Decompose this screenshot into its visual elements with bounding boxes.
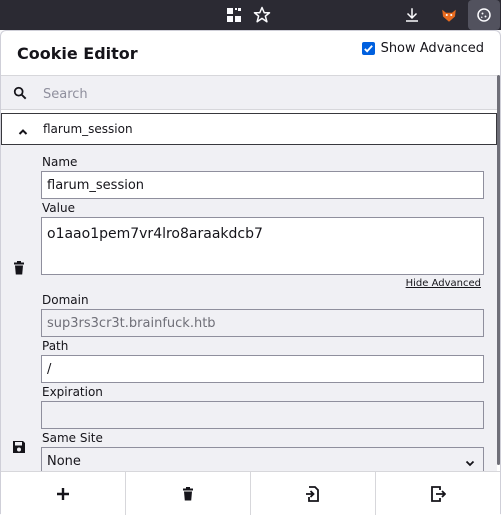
cookie-details: Name flarum_session Value o1aao1pem7vr4l… xyxy=(1,145,497,471)
value-field[interactable]: o1aao1pem7vr4lro8araakdcb7 xyxy=(41,217,484,275)
expiration-label: Expiration xyxy=(42,385,103,399)
save-icon[interactable] xyxy=(12,439,26,458)
chevron-down-icon xyxy=(465,457,475,471)
bookmark-star-icon[interactable] xyxy=(251,4,273,26)
chevron-up-icon[interactable] xyxy=(18,122,28,141)
search-input[interactable] xyxy=(41,82,485,106)
downloads-icon[interactable] xyxy=(401,4,423,26)
hide-advanced-link[interactable]: Hide Advanced xyxy=(406,278,481,289)
cookie-editor-popup: Cookie Editor Show Advanced flarum_sessi… xyxy=(0,30,501,515)
trash-icon[interactable] xyxy=(12,260,26,279)
name-label: Name xyxy=(42,155,78,169)
trash-icon xyxy=(183,486,193,500)
path-label: Path xyxy=(42,339,69,353)
show-advanced-toggle[interactable]: Show Advanced xyxy=(361,41,484,56)
export-button[interactable] xyxy=(376,472,500,515)
show-advanced-label: Show Advanced xyxy=(380,41,484,56)
footer-toolbar xyxy=(1,471,500,515)
show-advanced-checkbox[interactable] xyxy=(361,42,375,55)
check-icon xyxy=(363,45,373,53)
cookie-editor-icon[interactable] xyxy=(468,0,500,30)
same-site-label: Same Site xyxy=(42,431,103,445)
search-icon xyxy=(13,85,27,104)
popup-title: Cookie Editor xyxy=(17,44,138,63)
search-bar xyxy=(1,75,497,110)
cookie-name-header: flarum_session xyxy=(43,122,133,136)
export-icon xyxy=(431,485,446,502)
import-icon xyxy=(306,485,319,502)
name-field[interactable]: flarum_session xyxy=(41,171,484,199)
cookie-row-header[interactable]: flarum_session xyxy=(1,113,497,145)
extensions-grid-icon[interactable] xyxy=(223,4,245,26)
domain-label: Domain xyxy=(42,293,89,307)
popup-header: Cookie Editor Show Advanced xyxy=(1,31,500,75)
scrollbar[interactable] xyxy=(497,75,500,465)
same-site-value: None xyxy=(47,454,81,469)
import-button[interactable] xyxy=(251,472,376,515)
add-cookie-button[interactable] xyxy=(1,472,126,515)
delete-all-button[interactable] xyxy=(126,472,251,515)
expiration-field[interactable] xyxy=(41,401,484,429)
plus-icon xyxy=(57,487,69,500)
path-field[interactable]: / xyxy=(41,355,484,383)
value-label: Value xyxy=(42,201,75,215)
browser-toolbar xyxy=(0,0,501,30)
extension-fox-icon[interactable] xyxy=(438,4,460,26)
domain-field[interactable]: sup3rs3cr3t.brainfuck.htb xyxy=(41,309,484,337)
same-site-select[interactable]: None xyxy=(41,447,484,471)
